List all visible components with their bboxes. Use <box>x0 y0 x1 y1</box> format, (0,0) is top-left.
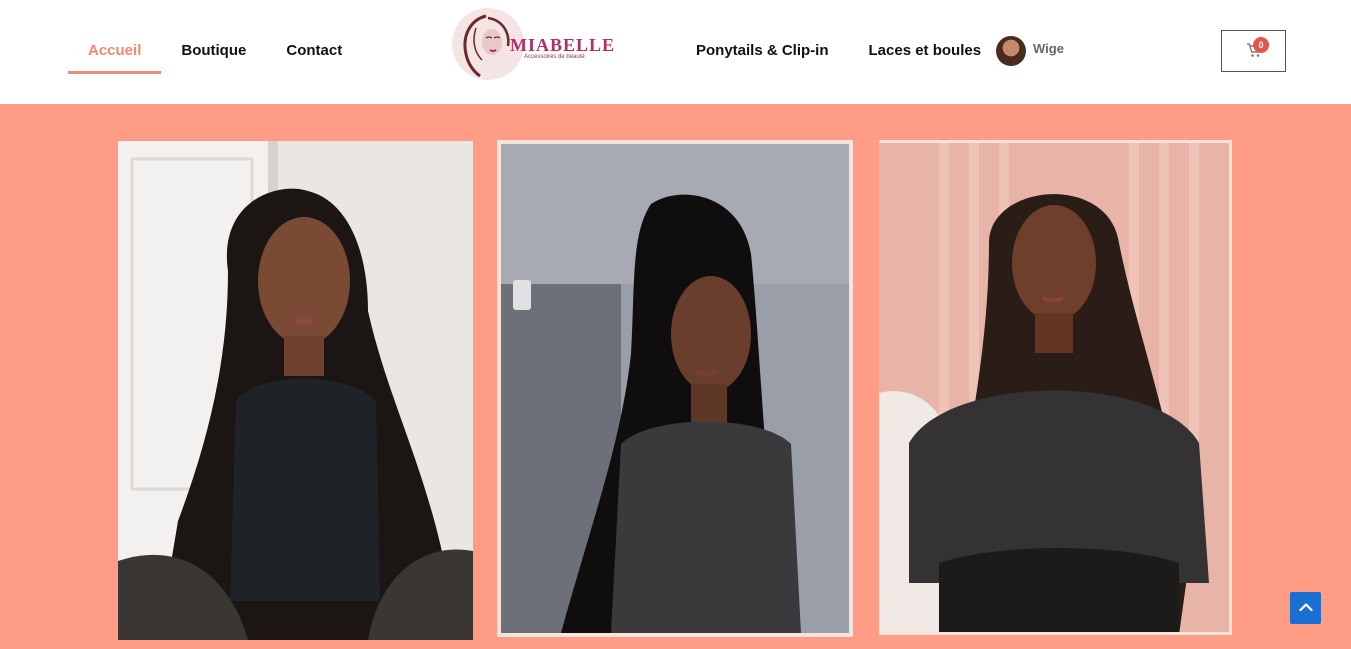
nav-link-boutique[interactable]: Boutique <box>161 30 266 74</box>
gallery-photo[interactable] <box>118 141 473 640</box>
scroll-to-top-button[interactable] <box>1290 592 1321 624</box>
avatar[interactable] <box>996 36 1026 66</box>
main-nav-right: Ponytails & Clip-in Laces et boules <box>676 30 1001 74</box>
nav-link-contact[interactable]: Contact <box>266 30 362 74</box>
site-header: Accueil Boutique Contact MIABELLE Access… <box>0 0 1351 104</box>
chevron-up-icon <box>1298 599 1313 617</box>
gallery-photo[interactable] <box>497 140 853 637</box>
cart-button[interactable]: 0 <box>1221 30 1286 72</box>
nav-link-ponytails[interactable]: Ponytails & Clip-in <box>676 30 849 74</box>
site-logo[interactable]: MIABELLE Accessoires de beauté <box>452 8 614 80</box>
user-account[interactable]: Wige <box>996 36 1064 66</box>
user-name[interactable]: Wige <box>1033 41 1064 56</box>
nav-link-accueil[interactable]: Accueil <box>68 30 162 74</box>
cart-count-badge: 0 <box>1253 37 1269 53</box>
gallery-photo[interactable] <box>879 140 1232 635</box>
main-nav-left: Accueil Boutique Contact <box>68 30 362 74</box>
hero-gallery <box>0 104 1351 649</box>
nav-link-laces[interactable]: Laces et boules <box>849 30 1002 74</box>
logo-tagline: Accessoires de beauté <box>524 54 585 60</box>
logo-name: MIABELLE <box>510 35 616 55</box>
